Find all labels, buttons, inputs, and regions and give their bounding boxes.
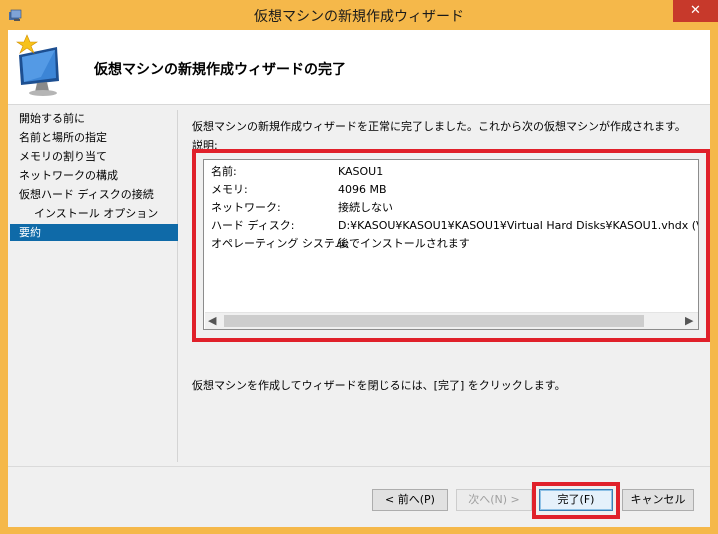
summary-value: 接続しない: [338, 201, 393, 214]
wizard-client-area: 仮想マシンの新規作成ウィザードの完了 開始する前に 名前と場所の指定 メモリの割…: [8, 30, 710, 527]
summary-listbox[interactable]: 名前: KASOU1 メモリ: 4096 MB ネットワーク: 接続しない ハー…: [203, 159, 699, 330]
summary-row: ネットワーク: 接続しない: [208, 199, 698, 216]
scroll-right-icon[interactable]: ▶: [685, 314, 697, 328]
summary-key: 名前:: [211, 165, 237, 178]
scrollbar-thumb[interactable]: [224, 315, 644, 327]
new-vm-wizard-icon: [16, 34, 59, 96]
footer-divider: [8, 466, 710, 467]
summary-key: ハード ディスク:: [211, 219, 295, 232]
summary-row: 名前: KASOU1: [208, 163, 698, 180]
prev-button[interactable]: < 前へ(P): [372, 489, 448, 511]
nav-item-virtual-hard-disk[interactable]: 仮想ハード ディスクの接続: [10, 186, 178, 203]
close-button[interactable]: ✕: [673, 0, 718, 22]
summary-row: ハード ディスク: D:¥KASOU¥KASOU1¥KASOU1¥Virtual…: [208, 217, 698, 234]
window-title: 仮想マシンの新規作成ウィザード: [254, 9, 464, 25]
summary-value: D:¥KASOU¥KASOU1¥KASOU1¥Virtual Hard Disk…: [338, 219, 698, 232]
summary-row: オペレーティング システム: 後でインストールされます: [208, 235, 698, 252]
scroll-left-icon[interactable]: ◀: [208, 314, 220, 328]
nav-item-network[interactable]: ネットワークの構成: [10, 167, 178, 184]
nav-item-name-location[interactable]: 名前と場所の指定: [10, 129, 178, 146]
summary-value: 4096 MB: [338, 183, 387, 196]
cancel-button[interactable]: キャンセル: [622, 489, 694, 511]
intro-text: 仮想マシンの新規作成ウィザードを正常に完了しました。これから次の仮想マシンが作成…: [192, 120, 686, 133]
finish-instruction-text: 仮想マシンを作成してウィザードを閉じるには、[完了] をクリックします。: [192, 379, 566, 392]
summary-value: KASOU1: [338, 165, 384, 178]
finish-button[interactable]: 完了(F): [539, 489, 613, 511]
wizard-step-nav: 開始する前に 名前と場所の指定 メモリの割り当て ネットワークの構成 仮想ハード…: [8, 110, 178, 462]
summary-key: メモリ:: [211, 183, 248, 196]
wizard-header: 仮想マシンの新規作成ウィザードの完了: [8, 30, 710, 105]
summary-row: メモリ: 4096 MB: [208, 181, 698, 198]
horizontal-scrollbar[interactable]: ◀ ▶: [205, 312, 698, 329]
highlight-frame-summary: 名前: KASOU1 メモリ: 4096 MB ネットワーク: 接続しない ハー…: [192, 149, 710, 342]
wizard-window: 仮想マシンの新規作成ウィザード ✕ 仮想マシンの新規作成ウィザードの完了 開始す…: [0, 0, 718, 534]
next-button[interactable]: 次へ(N) >: [456, 489, 532, 511]
title-bar[interactable]: 仮想マシンの新規作成ウィザード ✕: [0, 0, 718, 30]
page-title: 仮想マシンの新規作成ウィザードの完了: [94, 62, 346, 78]
nav-item-before-you-begin[interactable]: 開始する前に: [10, 110, 178, 127]
summary-key: ネットワーク:: [211, 201, 281, 214]
summary-value: 後でインストールされます: [338, 237, 470, 250]
nav-item-install-options[interactable]: インストール オプション: [10, 205, 178, 222]
summary-key: オペレーティング システム:: [211, 237, 350, 250]
nav-item-summary[interactable]: 要約: [10, 224, 178, 241]
nav-item-memory[interactable]: メモリの割り当て: [10, 148, 178, 165]
